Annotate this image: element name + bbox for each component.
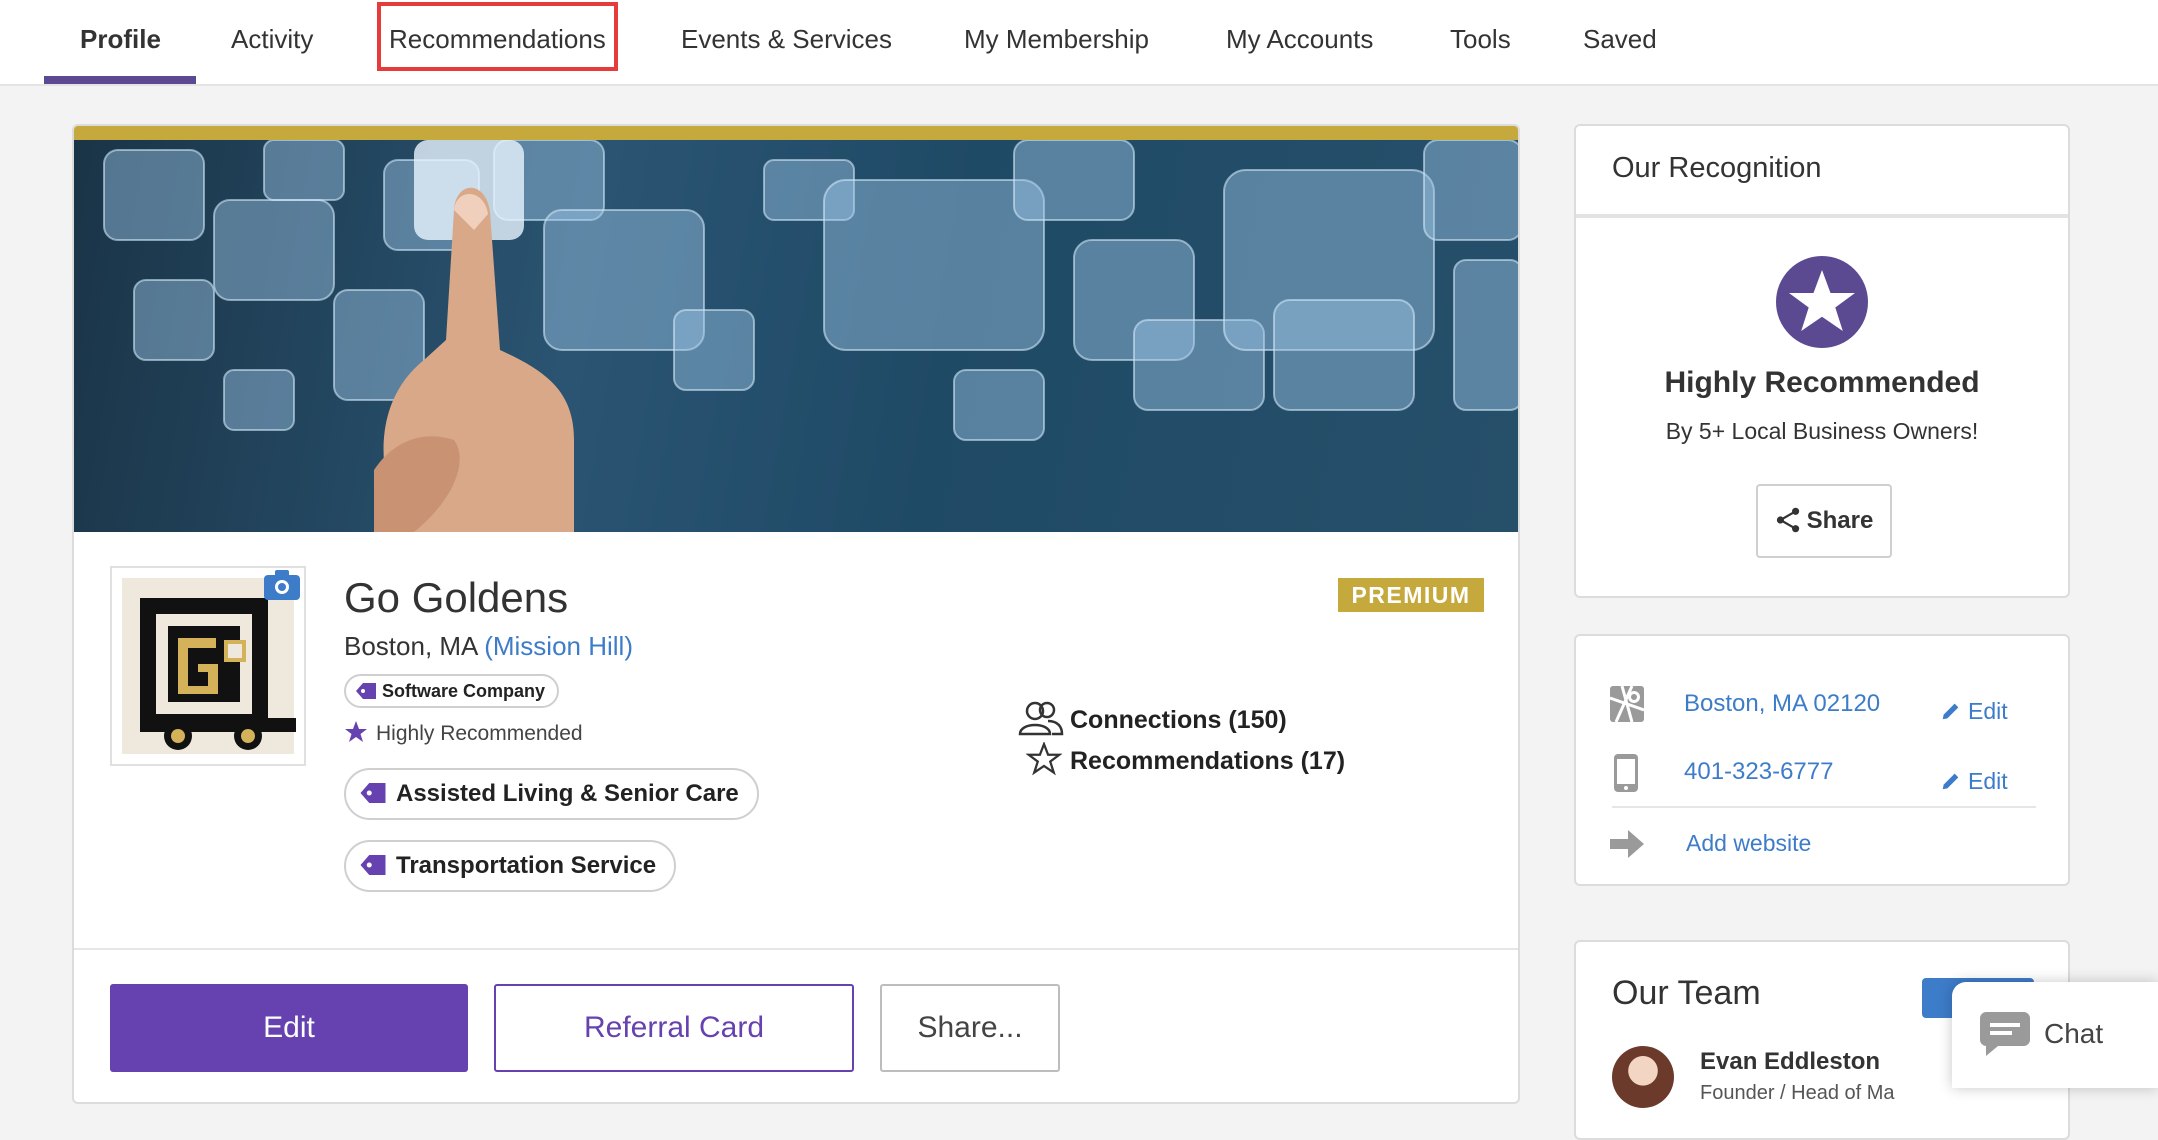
category-label: Software Company <box>382 681 546 701</box>
recognition-panel: Our Recognition Highly Recommended By 5+… <box>1574 124 2070 598</box>
tab-my-membership[interactable]: My Membership <box>964 0 1149 82</box>
avatar[interactable] <box>1612 1046 1674 1108</box>
team-member-name[interactable]: Evan Eddleston <box>1700 1048 1880 1076</box>
service-tag-assisted-living[interactable]: Assisted Living & Senior Care <box>344 768 759 820</box>
recognition-title: Our Recognition <box>1612 152 1822 184</box>
share-button[interactable]: Share... <box>880 984 1060 1072</box>
neighborhood-link[interactable]: (Mission Hill) <box>484 631 633 661</box>
business-location: Boston, MA (Mission Hill) <box>344 631 633 662</box>
people-icon <box>1018 701 1064 736</box>
chat-widget[interactable]: Chat <box>1952 982 2158 1088</box>
connections-link[interactable]: Connections (150) <box>1018 700 1287 736</box>
pencil-icon <box>1942 773 1959 790</box>
business-name: Go Goldens <box>344 574 569 621</box>
edit-address-link[interactable]: Edit <box>1940 698 2008 725</box>
recommended-badge-icon <box>1776 256 1868 348</box>
premium-badge: PREMIUM <box>1338 578 1484 612</box>
star-outline-icon <box>1025 740 1063 776</box>
service-tag-label: Transportation Service <box>396 852 657 879</box>
phone-link[interactable]: 401-323-6777 <box>1684 758 1833 786</box>
team-member-title: Founder / Head of Ma <box>1700 1082 1895 1104</box>
tab-highlight-box <box>377 2 618 71</box>
edit-button[interactable]: Edit <box>110 984 468 1072</box>
address-link[interactable]: Boston, MA 02120 <box>1684 690 1880 718</box>
tab-profile[interactable]: Profile <box>80 0 161 82</box>
contact-panel: Boston, MA 02120 Edit 401-323-6777 Edit … <box>1574 634 2070 886</box>
star-icon <box>345 721 367 742</box>
tab-events-services[interactable]: Events & Services <box>681 0 892 82</box>
tab-saved[interactable]: Saved <box>1583 0 1657 82</box>
recommendations-link[interactable]: Recommendations (17) <box>1025 740 1346 776</box>
recognition-share-button[interactable]: Share <box>1756 484 1892 558</box>
add-website-link[interactable]: Add website <box>1686 830 1811 857</box>
cover-accent-strip <box>74 126 1518 140</box>
tag-icon <box>360 783 386 803</box>
referral-card-button[interactable]: Referral Card <box>494 984 854 1072</box>
pencil-icon <box>1942 703 1959 720</box>
cover-illustration <box>103 140 1518 532</box>
cover-photo <box>74 140 1518 532</box>
profile-card: Go Goldens Boston, MA (Mission Hill) Sof… <box>72 124 1520 1104</box>
recognition-headline: Highly Recommended <box>1664 366 1980 399</box>
category-pill[interactable]: Software Company <box>344 674 560 708</box>
city-text: Boston, MA <box>344 631 477 661</box>
recommended-label: Highly Recommended <box>376 722 583 745</box>
tab-tools[interactable]: Tools <box>1450 0 1511 82</box>
edit-phone-link[interactable]: Edit <box>1940 768 2008 795</box>
edit-label: Edit <box>1968 768 2008 794</box>
active-tab-indicator <box>44 76 196 84</box>
recognition-divider <box>1576 214 2068 218</box>
arrow-right-icon <box>1610 830 1644 858</box>
phone-row: 401-323-6777 Edit <box>1576 754 2068 804</box>
share-icon <box>1776 507 1799 533</box>
contact-divider <box>1612 806 2036 808</box>
recognition-share-label: Share <box>1806 507 1874 534</box>
team-title: Our Team <box>1612 974 1761 1012</box>
tag-icon <box>360 855 386 875</box>
website-row: Add website <box>1576 830 2068 880</box>
connections-label: Connections (150) <box>1070 706 1287 734</box>
top-navigation: Profile Activity Recommendations Events … <box>0 0 2158 86</box>
service-tag-transportation[interactable]: Transportation Service <box>344 840 677 892</box>
phone-icon <box>1614 754 1638 792</box>
tag-icon <box>356 683 376 699</box>
recognition-subline: By 5+ Local Business Owners! <box>1665 418 1979 444</box>
address-row: Boston, MA 02120 Edit <box>1576 686 2068 736</box>
chat-label: Chat <box>2044 1018 2104 1049</box>
map-icon <box>1610 686 1644 722</box>
camera-icon[interactable] <box>264 570 300 600</box>
chat-bubble-icon <box>1980 1012 2030 1056</box>
edit-label: Edit <box>1968 698 2008 724</box>
recommended-indicator: Highly Recommended <box>344 720 583 746</box>
tab-my-accounts[interactable]: My Accounts <box>1226 0 1373 82</box>
recommendations-label: Recommendations (17) <box>1070 747 1346 775</box>
card-divider <box>74 948 1518 950</box>
tab-activity[interactable]: Activity <box>231 0 313 82</box>
service-tag-label: Assisted Living & Senior Care <box>396 780 739 807</box>
